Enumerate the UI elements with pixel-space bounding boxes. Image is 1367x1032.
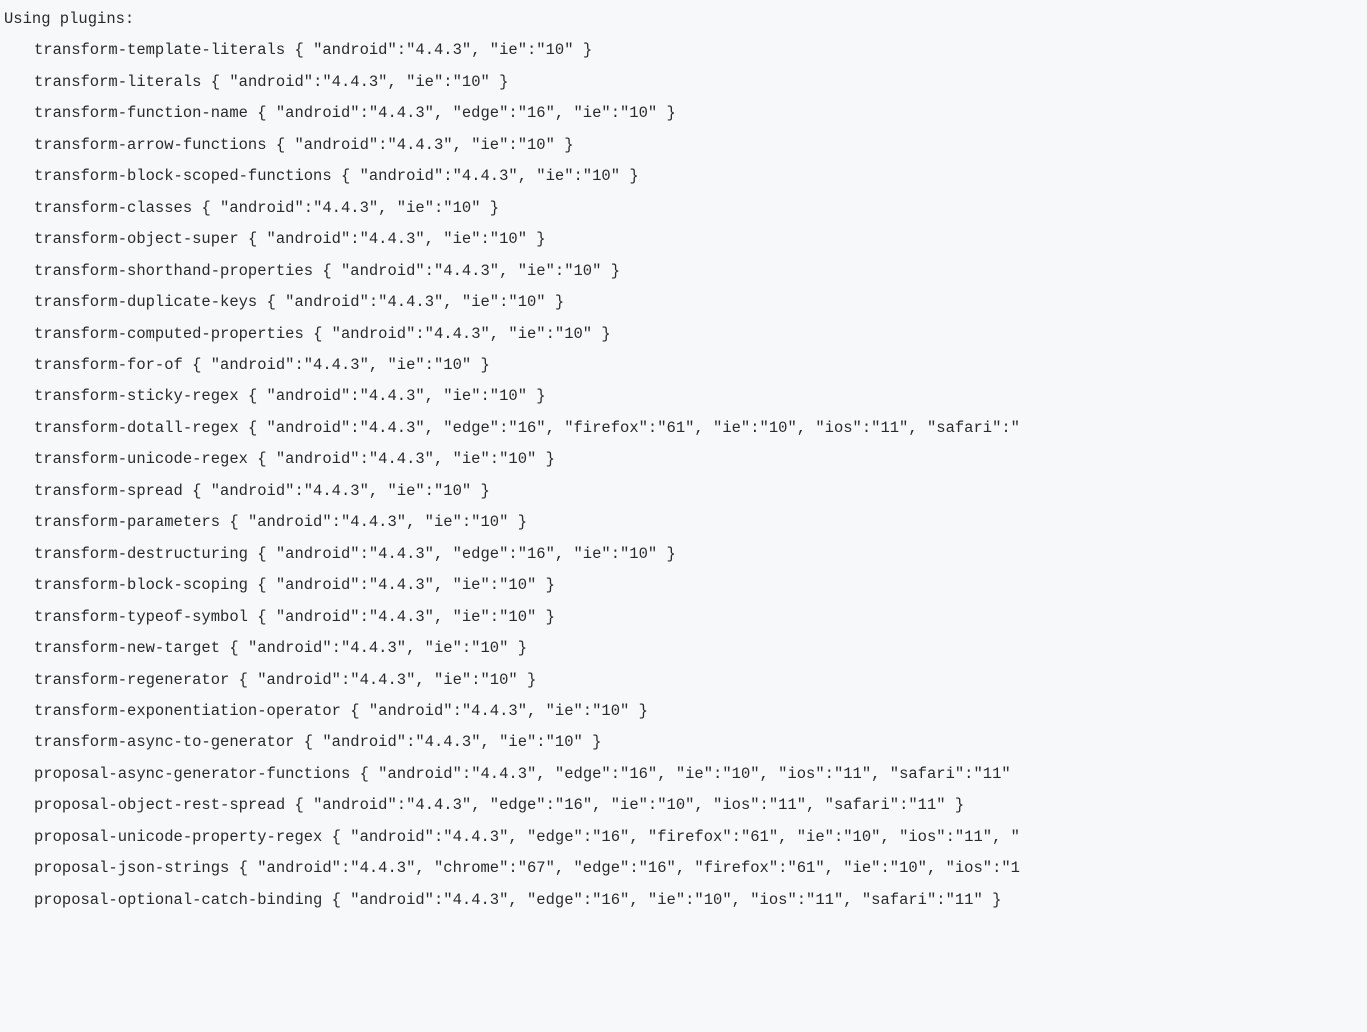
plugin-targets: { "android":"4.4.3", "ie":"10" } <box>201 199 499 217</box>
plugin-targets: { "android":"4.4.3", "ie":"10" } <box>350 702 648 720</box>
plugin-line: transform-new-target { "android":"4.4.3"… <box>0 633 1367 664</box>
plugin-line: transform-template-literals { "android":… <box>0 35 1367 66</box>
plugin-line: transform-unicode-regex { "android":"4.4… <box>0 444 1367 475</box>
plugin-line: transform-dotall-regex { "android":"4.4.… <box>0 413 1367 444</box>
plugin-line: proposal-optional-catch-binding { "andro… <box>0 885 1367 916</box>
plugin-targets: { "android":"4.4.3", "ie":"10" } <box>211 73 509 91</box>
plugin-line: transform-duplicate-keys { "android":"4.… <box>0 287 1367 318</box>
plugin-line: transform-classes { "android":"4.4.3", "… <box>0 193 1367 224</box>
plugin-line: transform-computed-properties { "android… <box>0 319 1367 350</box>
plugins-list: transform-template-literals { "android":… <box>0 35 1367 916</box>
plugin-targets: { "android":"4.4.3", "edge":"16", "ie":"… <box>257 545 676 563</box>
plugin-line: transform-block-scoped-functions { "andr… <box>0 161 1367 192</box>
plugin-name: transform-new-target <box>34 639 220 657</box>
plugin-line: transform-parameters { "android":"4.4.3"… <box>0 507 1367 538</box>
plugin-line: transform-exponentiation-operator { "and… <box>0 696 1367 727</box>
plugin-name: transform-spread <box>34 482 183 500</box>
plugin-targets: { "android":"4.4.3", "ie":"10" } <box>322 262 620 280</box>
plugin-line: transform-typeof-symbol { "android":"4.4… <box>0 602 1367 633</box>
plugin-name: proposal-optional-catch-binding <box>34 891 322 909</box>
plugin-name: transform-function-name <box>34 104 248 122</box>
plugin-line: proposal-object-rest-spread { "android":… <box>0 790 1367 821</box>
plugin-name: transform-for-of <box>34 356 183 374</box>
plugin-name: proposal-async-generator-functions <box>34 765 350 783</box>
plugin-line: transform-destructuring { "android":"4.4… <box>0 539 1367 570</box>
plugin-name: transform-arrow-functions <box>34 136 267 154</box>
plugin-name: transform-unicode-regex <box>34 450 248 468</box>
plugin-name: proposal-json-strings <box>34 859 229 877</box>
plugin-name: transform-literals <box>34 73 201 91</box>
plugin-line: transform-shorthand-properties { "androi… <box>0 256 1367 287</box>
plugin-targets: { "android":"4.4.3", "edge":"16", "firef… <box>332 828 1020 846</box>
plugin-name: transform-sticky-regex <box>34 387 239 405</box>
plugin-name: transform-async-to-generator <box>34 733 294 751</box>
plugin-targets: { "android":"4.4.3", "chrome":"67", "edg… <box>239 859 1020 877</box>
plugin-targets: { "android":"4.4.3", "ie":"10" } <box>239 671 537 689</box>
plugin-name: transform-exponentiation-operator <box>34 702 341 720</box>
plugin-line: transform-literals { "android":"4.4.3", … <box>0 67 1367 98</box>
plugin-line: transform-spread { "android":"4.4.3", "i… <box>0 476 1367 507</box>
plugin-targets: { "android":"4.4.3", "ie":"10" } <box>257 608 555 626</box>
plugin-targets: { "android":"4.4.3", "ie":"10" } <box>248 230 546 248</box>
plugin-line: proposal-json-strings { "android":"4.4.3… <box>0 853 1367 884</box>
plugin-line: transform-regenerator { "android":"4.4.3… <box>0 665 1367 696</box>
plugin-targets: { "android":"4.4.3", "ie":"10" } <box>294 41 592 59</box>
plugin-targets: { "android":"4.4.3", "ie":"10" } <box>229 513 527 531</box>
plugin-targets: { "android":"4.4.3", "ie":"10" } <box>341 167 639 185</box>
plugin-targets: { "android":"4.4.3", "edge":"16", "ie":"… <box>294 796 964 814</box>
plugin-targets: { "android":"4.4.3", "edge":"16", "ie":"… <box>257 104 676 122</box>
plugin-targets: { "android":"4.4.3", "ie":"10" } <box>257 450 555 468</box>
plugin-targets: { "android":"4.4.3", "ie":"10" } <box>192 356 490 374</box>
plugin-name: transform-template-literals <box>34 41 285 59</box>
plugin-line: transform-sticky-regex { "android":"4.4.… <box>0 381 1367 412</box>
plugin-name: transform-parameters <box>34 513 220 531</box>
plugin-targets: { "android":"4.4.3", "ie":"10" } <box>229 639 527 657</box>
plugin-line: proposal-async-generator-functions { "an… <box>0 759 1367 790</box>
plugin-targets: { "android":"4.4.3", "edge":"16", "ie":"… <box>360 765 1011 783</box>
plugin-line: transform-block-scoping { "android":"4.4… <box>0 570 1367 601</box>
plugin-targets: { "android":"4.4.3", "ie":"10" } <box>276 136 574 154</box>
plugin-name: transform-block-scoped-functions <box>34 167 332 185</box>
plugin-targets: { "android":"4.4.3", "ie":"10" } <box>192 482 490 500</box>
header-line: Using plugins: <box>0 4 1367 35</box>
plugin-targets: { "android":"4.4.3", "ie":"10" } <box>267 293 565 311</box>
plugin-name: proposal-object-rest-spread <box>34 796 285 814</box>
plugin-name: transform-typeof-symbol <box>34 608 248 626</box>
plugin-line: transform-async-to-generator { "android"… <box>0 727 1367 758</box>
plugin-name: transform-duplicate-keys <box>34 293 257 311</box>
plugin-targets: { "android":"4.4.3", "edge":"16", "firef… <box>248 419 1020 437</box>
plugin-targets: { "android":"4.4.3", "ie":"10" } <box>304 733 602 751</box>
plugin-targets: { "android":"4.4.3", "ie":"10" } <box>313 325 611 343</box>
plugin-name: transform-dotall-regex <box>34 419 239 437</box>
plugin-name: transform-classes <box>34 199 192 217</box>
plugin-name: transform-destructuring <box>34 545 248 563</box>
plugin-name: transform-computed-properties <box>34 325 304 343</box>
plugin-targets: { "android":"4.4.3", "ie":"10" } <box>248 387 546 405</box>
plugin-line: transform-function-name { "android":"4.4… <box>0 98 1367 129</box>
plugin-name: transform-object-super <box>34 230 239 248</box>
plugin-name: transform-regenerator <box>34 671 229 689</box>
plugin-name: transform-shorthand-properties <box>34 262 313 280</box>
plugin-targets: { "android":"4.4.3", "ie":"10" } <box>257 576 555 594</box>
plugin-name: proposal-unicode-property-regex <box>34 828 322 846</box>
plugin-targets: { "android":"4.4.3", "edge":"16", "ie":"… <box>332 891 1002 909</box>
plugin-line: transform-arrow-functions { "android":"4… <box>0 130 1367 161</box>
plugin-line: transform-for-of { "android":"4.4.3", "i… <box>0 350 1367 381</box>
plugin-name: transform-block-scoping <box>34 576 248 594</box>
plugin-line: proposal-unicode-property-regex { "andro… <box>0 822 1367 853</box>
plugin-line: transform-object-super { "android":"4.4.… <box>0 224 1367 255</box>
